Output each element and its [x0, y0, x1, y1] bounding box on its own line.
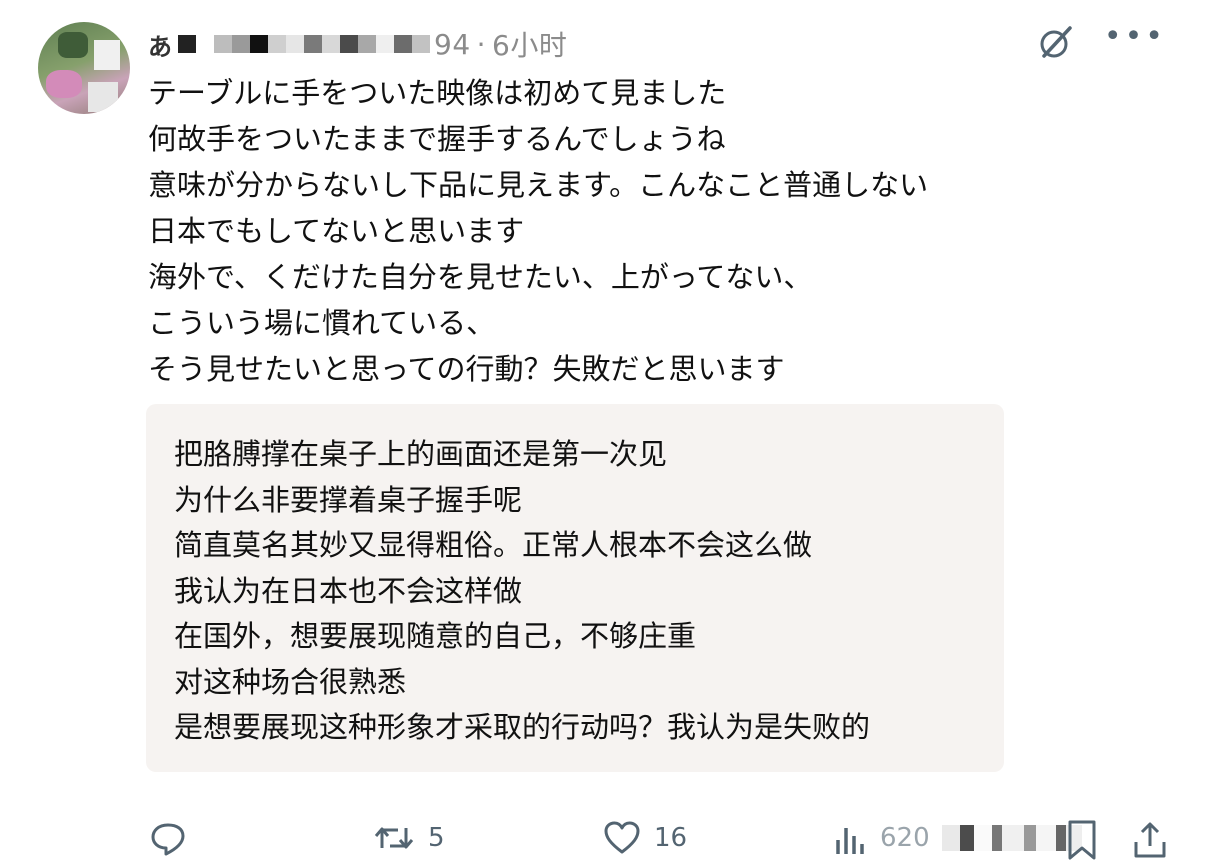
post-line: 意味が分からないし下品に見えます。こんなこと普通しない: [148, 168, 929, 202]
translation-line: 是想要展现这种形象才采取的行动吗？我认为是失败的: [174, 710, 871, 744]
handle-tail[interactable]: 94: [434, 28, 471, 61]
name-mosaic: [178, 35, 430, 53]
translation-line: 对这种场合很熟悉: [174, 664, 407, 699]
post-line: そう見せたいと思っての行動？失敗だと思います: [148, 352, 785, 386]
action-bar: 5 16 620: [148, 818, 1188, 866]
share-icon: [1128, 818, 1172, 862]
post-text: テーブルに手をついた映像は初めて見ました 何故手をついたままで握手するんでしょう…: [148, 70, 1048, 392]
repost-icon: [372, 818, 416, 858]
grok-icon[interactable]: [1036, 22, 1076, 62]
views-mosaic: [941, 825, 1082, 851]
reply-button[interactable]: [148, 818, 200, 858]
post-line: 何故手をついたままで握手するんでしょうね: [148, 122, 726, 156]
bookmark-button[interactable]: [1064, 818, 1100, 862]
avatar[interactable]: [38, 22, 130, 114]
author-name[interactable]: あ: [148, 27, 172, 62]
translation-line: 简直莫名其妙又显得粗俗。正常人根本不会这么做: [174, 528, 813, 562]
translation-line: 为什么非要撑着桌子握手呢: [174, 482, 523, 517]
separator-dot: ·: [476, 27, 487, 61]
translation-line: 在国外，想要展现随意的自己，不够庄重: [174, 619, 697, 653]
views-icon: [832, 818, 868, 858]
post-line: テーブルに手をついた映像は初めて見ました: [148, 76, 727, 110]
views-count: 620: [880, 823, 930, 853]
more-icon[interactable]: •••: [1104, 22, 1166, 52]
repost-count: 5: [428, 823, 445, 853]
like-count: 16: [654, 823, 688, 853]
translation-line: 我认为在日本也不会这样做: [174, 573, 523, 608]
reply-icon: [148, 818, 188, 858]
bookmark-icon: [1064, 818, 1100, 862]
views-button[interactable]: 620: [832, 818, 1082, 858]
translation-box: 把胳膊撑在桌子上的画面还是第一次见 为什么非要撑着桌子握手呢 简直莫名其妙又显得…: [146, 404, 1004, 772]
post-line: こういう場に慣れている、: [148, 306, 496, 340]
post-line: 日本でもしてないと思います: [148, 214, 525, 248]
post-time[interactable]: 6小时: [492, 24, 567, 64]
post-menu-area: •••: [1036, 22, 1166, 62]
post-container: あ 94 · 6小时 ••• テーブルに手をついた映像は初めて見ました 何故手を…: [0, 0, 1206, 866]
translation-line: 把胳膊撑在桌子上的画面还是第一次见: [174, 437, 668, 471]
share-button[interactable]: [1128, 818, 1172, 862]
heart-icon: [602, 818, 642, 858]
repost-button[interactable]: 5: [372, 818, 445, 858]
post-header: あ 94 · 6小时: [148, 24, 567, 64]
post-line: 海外で、くだけた自分を見せたい、上がってない、: [148, 260, 813, 294]
like-button[interactable]: 16: [602, 818, 687, 858]
